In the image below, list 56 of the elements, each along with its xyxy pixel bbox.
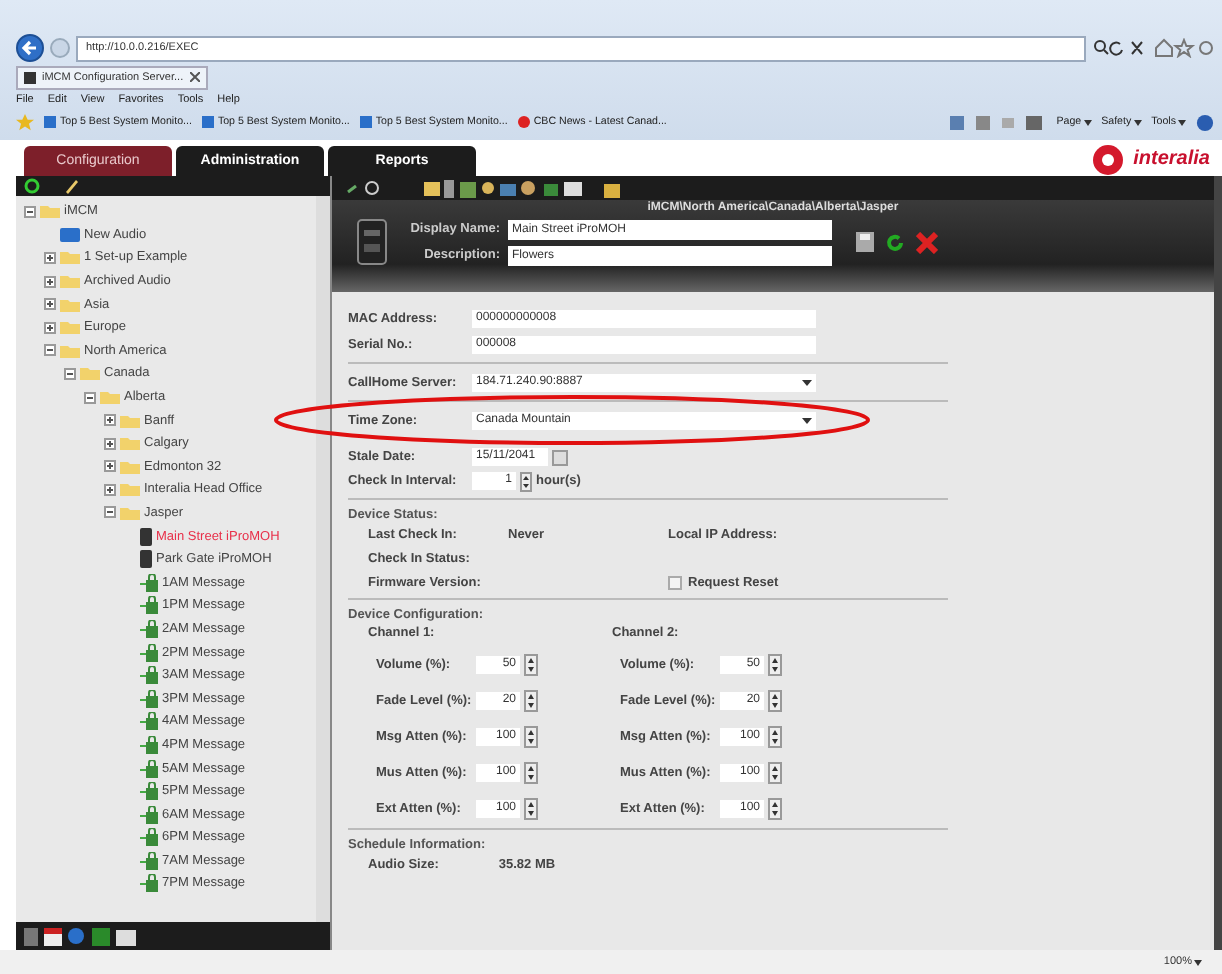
device-icon: [356, 218, 388, 266]
favorites-star-icon[interactable]: [16, 113, 34, 131]
collapse-icon[interactable]: [84, 391, 96, 403]
expand-icon[interactable]: [104, 483, 116, 496]
close-icon[interactable]: [189, 72, 200, 82]
collapse-icon[interactable]: [24, 205, 36, 218]
expand-icon[interactable]: [104, 460, 116, 473]
back-arrow-icon: [20, 38, 40, 58]
search-refresh-icon[interactable]: [1092, 38, 1148, 58]
audio-icon: [60, 227, 80, 242]
collapse-icon[interactable]: [64, 367, 76, 380]
message-icon: [140, 851, 158, 870]
spinner-icon[interactable]: [524, 690, 538, 712]
expand-icon[interactable]: [104, 414, 116, 427]
spinner-icon[interactable]: [524, 762, 538, 784]
collapse-icon[interactable]: [44, 344, 56, 357]
spinner-icon[interactable]: [524, 654, 538, 676]
caret-icon: [1194, 959, 1202, 965]
expand-icon[interactable]: [104, 437, 116, 450]
spinner-icon[interactable]: [768, 726, 782, 748]
folder-icon: [40, 204, 60, 219]
message-icon: [140, 666, 158, 685]
delete-icon[interactable]: [916, 231, 938, 253]
spinner-icon[interactable]: [768, 690, 782, 712]
caret-icon: [1133, 119, 1142, 125]
message-icon: [140, 596, 158, 615]
caret-icon: [1178, 119, 1186, 125]
message-icon: [140, 735, 158, 754]
message-icon: [140, 782, 158, 801]
caret-icon: [802, 379, 812, 385]
message-icon: [140, 712, 158, 731]
checkbox[interactable]: [668, 576, 682, 590]
spinner-icon[interactable]: [524, 798, 538, 820]
spinner-icon[interactable]: [768, 762, 782, 784]
collapse-icon[interactable]: [104, 506, 116, 519]
message-icon: [140, 643, 158, 662]
spinner-icon[interactable]: [768, 798, 782, 820]
caret-icon: [1083, 119, 1092, 125]
spinner-icon[interactable]: [520, 471, 532, 491]
message-icon: [140, 805, 158, 824]
pencil-icon[interactable]: [64, 177, 80, 194]
message-icon: [140, 828, 158, 847]
expand-icon[interactable]: [44, 251, 56, 264]
spinner-icon[interactable]: [524, 726, 538, 748]
message-icon: [140, 759, 158, 777]
spinner-icon[interactable]: [768, 654, 782, 676]
message-icon: [140, 573, 158, 592]
logo-text: interalia: [1133, 147, 1210, 169]
expand-icon[interactable]: [44, 275, 56, 288]
caret-icon: [802, 417, 812, 423]
message-icon: [140, 874, 158, 893]
message-icon: [140, 619, 158, 638]
back-button[interactable]: [16, 34, 44, 62]
expand-icon[interactable]: [44, 298, 56, 311]
message-icon: [140, 689, 158, 708]
expand-icon[interactable]: [44, 321, 56, 334]
